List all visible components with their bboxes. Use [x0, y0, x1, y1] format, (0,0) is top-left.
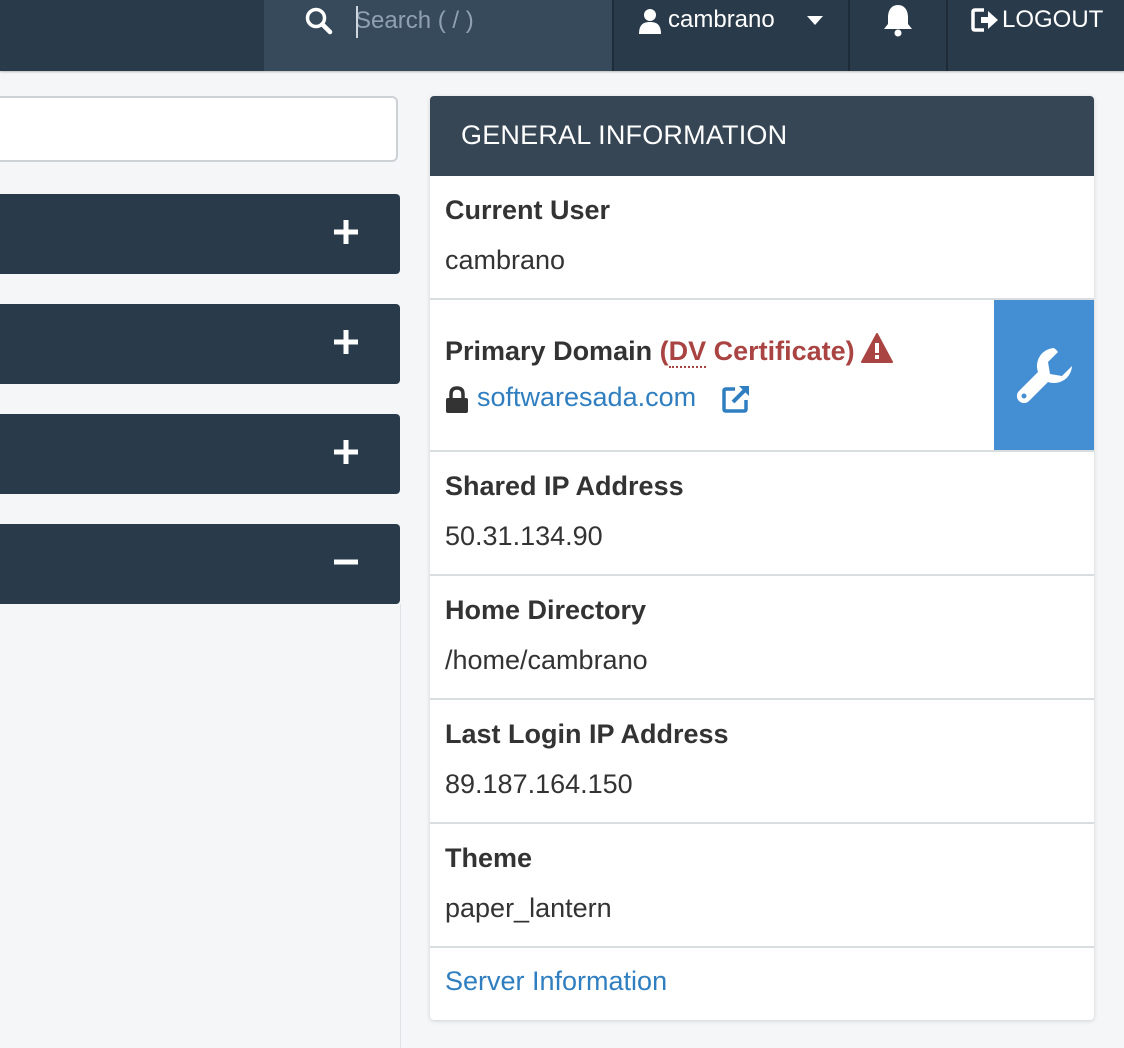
plus-icon: [334, 440, 358, 464]
user-menu[interactable]: cambrano: [614, 0, 848, 71]
plus-icon: [334, 220, 358, 244]
bell-icon[interactable]: [880, 2, 916, 38]
primary-domain-label: Primary Domain: [445, 336, 653, 366]
current-user-row: Current User cambrano: [430, 176, 1094, 300]
theme-row: Theme paper_lantern: [430, 824, 1094, 948]
lock-icon: [446, 386, 468, 413]
minus-icon: [334, 559, 358, 565]
search-input[interactable]: [355, 3, 595, 39]
collapsible-panel-header[interactable]: [0, 524, 400, 604]
current-user-value: cambrano: [445, 245, 566, 275]
cert-open-paren: (: [659, 336, 669, 366]
search-icon[interactable]: [304, 6, 334, 36]
primary-domain-row: Primary Domain (DV Certificate) software…: [430, 300, 1094, 452]
user-icon: [639, 9, 661, 34]
primary-domain-link[interactable]: softwaresada.com: [477, 382, 696, 413]
last-login-ip-row: Last Login IP Address 89.187.164.150: [430, 700, 1094, 824]
divider: [848, 0, 850, 71]
top-navbar: cambrano LOGOUT: [0, 0, 1124, 71]
theme-label: Theme: [445, 843, 533, 873]
general-information-panel: GENERAL INFORMATION Current User cambran…: [430, 96, 1094, 1020]
last-login-ip-label: Last Login IP Address: [445, 719, 729, 749]
theme-value: paper_lantern: [445, 893, 612, 923]
cert-rest: Certificate): [706, 336, 855, 366]
divider: [400, 604, 401, 1048]
server-information-link[interactable]: Server Information: [445, 966, 667, 997]
certificate-status: (DV Certificate): [660, 336, 855, 368]
home-directory-row: Home Directory /home/cambrano: [430, 576, 1094, 700]
collapsible-panel-header[interactable]: [0, 304, 400, 384]
home-directory-label: Home Directory: [445, 595, 647, 625]
shared-ip-label: Shared IP Address: [445, 471, 684, 501]
shared-ip-row: Shared IP Address 50.31.134.90: [430, 452, 1094, 576]
collapsible-panel-header[interactable]: [0, 414, 400, 494]
panel-header: GENERAL INFORMATION: [430, 96, 1094, 176]
text-cursor: [356, 6, 358, 38]
logout-label: LOGOUT: [1002, 6, 1104, 33]
divider: [946, 0, 948, 71]
last-login-ip-value: 89.187.164.150: [445, 769, 633, 799]
plus-icon: [334, 330, 358, 354]
primary-domain-heading: Primary Domain (DV Certificate): [445, 333, 893, 368]
collapsible-panel-header[interactable]: [0, 194, 400, 274]
chevron-down-icon: [807, 16, 823, 25]
current-user-label: Current User: [445, 195, 611, 225]
quick-find-field[interactable]: [0, 96, 398, 162]
username-label: cambrano: [668, 6, 775, 33]
panel-title: GENERAL INFORMATION: [461, 120, 788, 150]
external-link-icon[interactable]: [721, 384, 751, 414]
wrench-icon: [1016, 348, 1072, 404]
warning-icon[interactable]: [860, 333, 893, 363]
logout-icon: [971, 8, 998, 32]
cert-type[interactable]: DV: [668, 336, 707, 368]
shared-ip-value: 50.31.134.90: [445, 521, 603, 551]
home-directory-value: /home/cambrano: [445, 645, 648, 675]
manage-ssl-button[interactable]: [994, 300, 1094, 450]
